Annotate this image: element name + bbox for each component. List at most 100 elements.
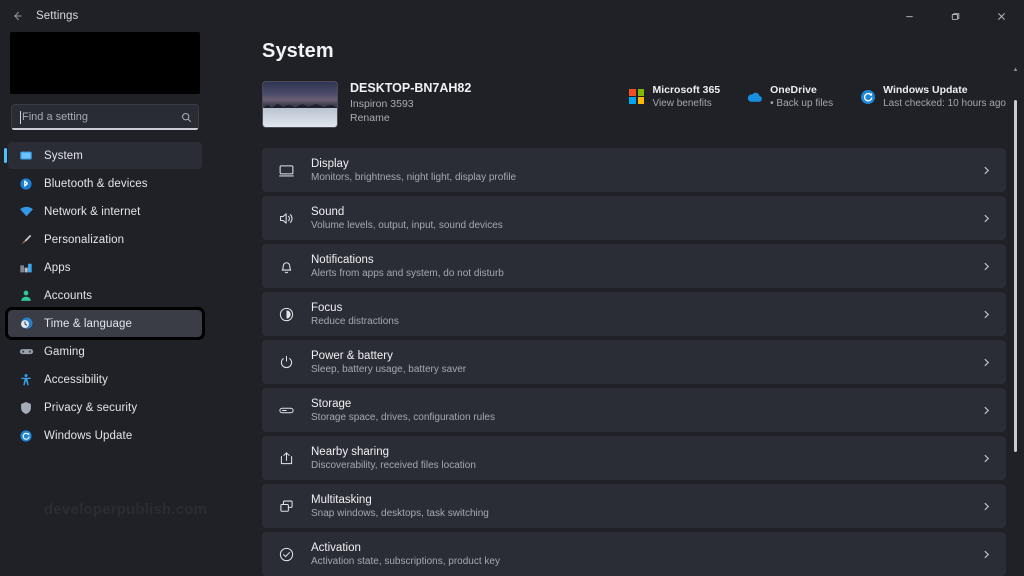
window-title: Settings (36, 10, 78, 22)
settings-row-sound[interactable]: Sound Volume levels, output, input, soun… (262, 196, 1006, 240)
settings-window: Settings Find a setting (0, 0, 1024, 576)
close-icon[interactable] (978, 0, 1024, 32)
sidebar-item-label: Bluetooth & devices (44, 178, 148, 190)
card-microsoft-365[interactable]: Microsoft 365 View benefits (628, 84, 720, 109)
check-circle-icon (275, 543, 297, 565)
sidebar-item-label: Accounts (44, 290, 92, 302)
row-subtitle: Sleep, battery usage, battery saver (311, 364, 981, 375)
chevron-right-icon (981, 309, 992, 320)
sound-icon (275, 207, 297, 229)
settings-row-nearby-sharing[interactable]: Nearby sharing Discoverability, received… (262, 436, 1006, 480)
device-header: DESKTOP-BN7AH82 Inspiron 3593 Rename (262, 81, 1006, 128)
microsoft-logo-icon (628, 88, 645, 105)
sidebar-item-system[interactable]: System (8, 142, 202, 169)
status-cards: Microsoft 365 View benefits OneDrive (628, 81, 1006, 109)
card-windows-update[interactable]: Windows Update Last checked: 10 hours ag… (859, 84, 1006, 109)
sidebar-item-bluetooth-devices[interactable]: Bluetooth & devices (8, 170, 202, 197)
row-subtitle: Snap windows, desktops, task switching (311, 508, 981, 519)
search-placeholder: Find a setting (22, 111, 181, 123)
settings-list: Display Monitors, brightness, night ligh… (262, 148, 1006, 576)
sidebar-item-time-language[interactable]: Time & language (8, 310, 202, 337)
thumbnail-foreground (263, 108, 337, 127)
settings-row-notifications[interactable]: Notifications Alerts from apps and syste… (262, 244, 1006, 288)
settings-row-multitasking[interactable]: Multitasking Snap windows, desktops, tas… (262, 484, 1006, 528)
card-onedrive[interactable]: OneDrive • Back up files (746, 84, 833, 109)
settings-row-display[interactable]: Display Monitors, brightness, night ligh… (262, 148, 1006, 192)
settings-row-focus[interactable]: Focus Reduce distractions (262, 292, 1006, 336)
chevron-right-icon (981, 405, 992, 416)
monitor-icon (18, 148, 34, 164)
row-subtitle: Volume levels, output, input, sound devi… (311, 220, 981, 231)
main-content: System DESKTOP-BN7AH82 Inspiron 3593 Ren… (210, 32, 1024, 576)
focus-icon (275, 303, 297, 325)
sidebar-item-apps[interactable]: Apps (8, 254, 202, 281)
restore-icon[interactable] (932, 0, 978, 32)
row-title: Nearby sharing (311, 446, 981, 458)
sidebar-item-windows-update[interactable]: Windows Update (8, 422, 202, 449)
settings-row-power-battery[interactable]: Power & battery Sleep, battery usage, ba… (262, 340, 1006, 384)
wifi-icon (18, 204, 34, 220)
sidebar-item-label: Time & language (44, 318, 132, 330)
minimize-icon[interactable] (886, 0, 932, 32)
chevron-right-icon (981, 357, 992, 368)
chevron-right-icon (981, 453, 992, 464)
sidebar-item-personalization[interactable]: Personalization (8, 226, 202, 253)
chevron-right-icon (981, 549, 992, 560)
row-subtitle: Activation state, subscriptions, product… (311, 556, 981, 567)
sidebar-item-gaming[interactable]: Gaming (8, 338, 202, 365)
search-input[interactable]: Find a setting (11, 104, 199, 130)
device-name: DESKTOP-BN7AH82 (350, 81, 471, 95)
sidebar-item-accessibility[interactable]: Accessibility (8, 366, 202, 393)
sidebar-item-label: Windows Update (44, 430, 132, 442)
row-title: Activation (311, 542, 981, 554)
desktop-wallpaper-thumbnail (262, 81, 338, 128)
vertical-scrollbar[interactable]: ▲ (1012, 66, 1020, 568)
chevron-right-icon (981, 213, 992, 224)
window-body: Find a setting System (0, 32, 1024, 576)
rename-link[interactable]: Rename (350, 112, 471, 124)
back-arrow-icon[interactable] (0, 0, 34, 32)
account-block-redacted (10, 32, 200, 94)
device-info: DESKTOP-BN7AH82 Inspiron 3593 Rename (350, 81, 471, 124)
sidebar-item-label: Gaming (44, 346, 85, 358)
chevron-right-icon (981, 261, 992, 272)
card-title: Windows Update (883, 84, 1006, 96)
sidebar-item-label: System (44, 150, 83, 162)
sidebar-item-privacy-security[interactable]: Privacy & security (8, 394, 202, 421)
power-icon (275, 351, 297, 373)
sidebar-nav: System Bluetooth & devices Network & int… (8, 142, 202, 449)
apps-icon (18, 260, 34, 276)
sidebar-item-label: Apps (44, 262, 71, 274)
gamepad-icon (18, 344, 34, 360)
share-icon (275, 447, 297, 469)
clock-icon (18, 316, 34, 332)
onedrive-cloud-icon (746, 88, 763, 105)
person-icon (18, 288, 34, 304)
windows-update-icon (859, 88, 876, 105)
row-title: Power & battery (311, 350, 981, 362)
row-subtitle: Discoverability, received files location (311, 460, 981, 471)
accessibility-icon (18, 372, 34, 388)
sidebar-item-label: Accessibility (44, 374, 108, 386)
search-icon[interactable] (181, 112, 192, 123)
update-icon (18, 428, 34, 444)
sidebar-item-network-internet[interactable]: Network & internet (8, 198, 202, 225)
chevron-right-icon (981, 501, 992, 512)
row-subtitle: Reduce distractions (311, 316, 981, 327)
row-title: Storage (311, 398, 981, 410)
row-subtitle: Alerts from apps and system, do not dist… (311, 268, 981, 279)
row-title: Sound (311, 206, 981, 218)
bluetooth-icon (18, 176, 34, 192)
row-title: Focus (311, 302, 981, 314)
settings-row-activation[interactable]: Activation Activation state, subscriptio… (262, 532, 1006, 576)
search-container: Find a setting (11, 104, 199, 130)
chevron-right-icon (981, 165, 992, 176)
sidebar-item-accounts[interactable]: Accounts (8, 282, 202, 309)
sidebar-item-label: Privacy & security (44, 402, 137, 414)
settings-row-storage[interactable]: Storage Storage space, drives, configura… (262, 388, 1006, 432)
scroll-up-arrow-icon[interactable]: ▲ (1012, 66, 1019, 73)
card-subtitle: View benefits (652, 98, 720, 109)
device-model: Inspiron 3593 (350, 98, 471, 110)
scrollbar-thumb[interactable] (1014, 100, 1017, 452)
title-bar: Settings (0, 0, 1024, 32)
